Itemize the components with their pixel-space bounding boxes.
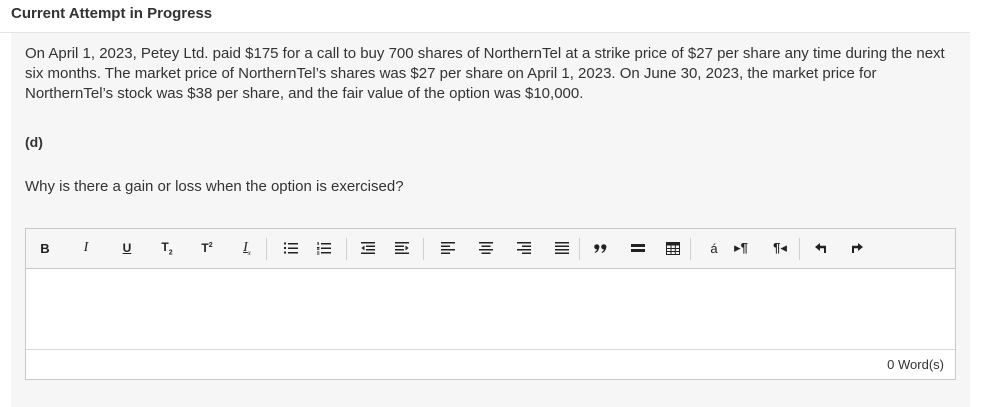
word-count: 0 Word(s)	[887, 357, 944, 372]
toolbar-divider	[346, 238, 347, 260]
horizontal-line-button[interactable]	[630, 238, 646, 258]
italic-icon: I	[83, 240, 89, 255]
numbered-list-icon	[317, 241, 331, 254]
header: Current Attempt in Progress	[0, 0, 970, 33]
superscript-button[interactable]: T2	[199, 238, 215, 258]
toolbar-divider	[799, 238, 800, 260]
page-title: Current Attempt in Progress	[11, 5, 213, 22]
insert-table-button[interactable]	[665, 238, 681, 258]
align-left-button[interactable]	[440, 238, 456, 258]
subscript-button[interactable]: T2	[159, 238, 175, 258]
part-label: (d)	[25, 134, 43, 150]
bold-button[interactable]: B	[37, 238, 53, 258]
ltr-direction-button[interactable]: ▸¶	[733, 238, 749, 258]
blockquote-button[interactable]	[592, 238, 608, 258]
outdent-icon	[361, 242, 375, 254]
question-panel: On April 1, 2023, Petey Ltd. paid $175 f…	[11, 33, 970, 407]
bulleted-list-icon	[284, 242, 298, 254]
undo-icon	[815, 243, 826, 253]
align-left-icon	[441, 242, 455, 254]
toolbar-divider	[423, 238, 424, 260]
underline-icon: U	[122, 241, 132, 255]
outdent-button[interactable]	[360, 238, 376, 258]
indent-button[interactable]	[394, 238, 410, 258]
ltr-paragraph-icon: ▸¶	[734, 240, 748, 255]
question-text: On April 1, 2023, Petey Ltd. paid $175 f…	[25, 45, 945, 102]
align-right-icon	[517, 242, 531, 254]
special-character-icon: á	[710, 240, 718, 256]
italic-button[interactable]: I	[78, 238, 94, 258]
clear-format-icon: Ix	[243, 239, 251, 257]
justify-icon	[555, 242, 569, 254]
answer-text-area[interactable]	[26, 269, 955, 349]
align-right-button[interactable]	[516, 238, 532, 258]
bulleted-list-button[interactable]	[283, 238, 299, 258]
rtl-direction-button[interactable]: ¶◂	[772, 238, 788, 258]
editor-statusbar: 0 Word(s)	[26, 349, 955, 379]
horizontal-line-icon	[631, 244, 645, 252]
undo-button[interactable]	[813, 238, 829, 258]
toolbar-divider	[266, 238, 267, 260]
question-prompt: Why is there a gain or loss when the opt…	[25, 178, 404, 195]
editor-toolbar: B I U T2 T2 Ix á ▸¶ ¶◂	[26, 229, 955, 269]
table-icon	[666, 241, 680, 255]
numbered-list-button[interactable]	[316, 238, 332, 258]
blockquote-icon	[593, 243, 606, 253]
justify-button[interactable]	[554, 238, 570, 258]
toolbar-divider	[579, 238, 580, 260]
align-center-button[interactable]	[478, 238, 494, 258]
rich-text-editor[interactable]: B I U T2 T2 Ix á ▸¶ ¶◂ 0 Word(s)	[25, 228, 956, 380]
underline-button[interactable]: U	[119, 238, 135, 258]
redo-button[interactable]	[849, 238, 865, 258]
redo-icon	[852, 243, 863, 253]
special-character-button[interactable]: á	[706, 238, 722, 258]
toolbar-divider	[690, 238, 691, 260]
rtl-paragraph-icon: ¶◂	[773, 240, 787, 255]
subscript-icon: T2	[161, 239, 173, 257]
indent-icon	[395, 242, 409, 254]
clear-format-button[interactable]: Ix	[239, 238, 255, 258]
align-center-icon	[479, 242, 493, 254]
superscript-icon: T2	[201, 241, 213, 255]
bold-icon: B	[40, 240, 50, 256]
